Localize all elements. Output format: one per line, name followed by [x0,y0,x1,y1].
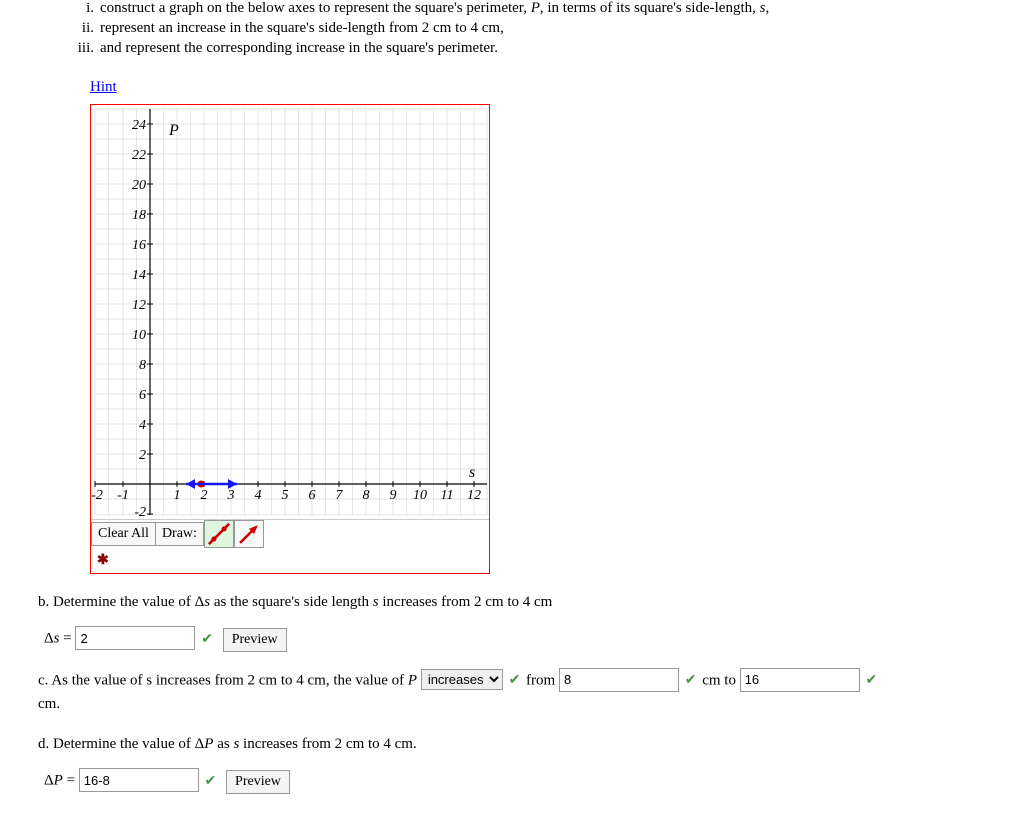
svg-text:16: 16 [132,238,146,253]
part-b-text: b. Determine the value of Δs as the squa… [38,590,994,614]
svg-text:-2: -2 [91,488,103,503]
svg-text:-2: -2 [134,505,146,519]
check-icon: ✔ [205,774,217,789]
svg-text:12: 12 [132,298,146,313]
check-icon: ✔ [201,632,213,647]
svg-text:6: 6 [139,388,146,403]
preview-button[interactable]: Preview [226,770,290,794]
roman-iii: iii. [70,40,94,57]
svg-text:11: 11 [441,488,454,503]
delta-s-row: Δs = ✔ Preview [44,626,994,652]
graph-container: 24 22 20 18 16 14 12 10 8 6 4 2 -2 -2 -1… [90,104,490,574]
svg-text:9: 9 [390,488,397,503]
svg-text:20: 20 [132,178,146,193]
part-d-text: d. Determine the value of ΔP as s increa… [38,732,994,756]
check-icon: ✔ [865,673,877,688]
instruction-list: i. construct a graph on the below axes t… [70,0,994,57]
check-icon: ✔ [685,673,697,688]
draw-label: Draw: [156,522,204,546]
hint-link[interactable]: Hint [90,79,117,96]
roman-i: i. [70,0,94,17]
svg-text:2: 2 [139,448,146,463]
svg-text:-1: -1 [117,488,129,503]
instruction-item-iii: iii. and represent the corresponding inc… [70,40,994,57]
instruction-item-ii: ii. represent an increase in the square'… [70,20,994,37]
svg-text:2: 2 [201,488,208,503]
svg-text:4: 4 [139,418,146,433]
line-with-points-icon [205,520,233,548]
x-axis-label: s [469,464,475,481]
delta-p-input[interactable] [79,768,199,792]
part-c-text: c. As the value of s increases from 2 cm… [38,668,994,717]
svg-text:10: 10 [132,328,146,343]
graph-toolbar: Clear All Draw: [91,519,489,548]
preview-button[interactable]: Preview [223,628,287,652]
svg-text:24: 24 [132,118,146,133]
direction-select[interactable]: increases [421,669,503,690]
svg-text:8: 8 [363,488,370,503]
arrow-diagonal-icon [235,520,263,548]
svg-text:6: 6 [309,488,316,503]
to-value-input[interactable] [740,668,860,692]
line-tool-button[interactable] [204,520,234,548]
from-value-input[interactable] [559,668,679,692]
svg-text:1: 1 [174,488,181,503]
svg-text:14: 14 [132,268,146,283]
y-axis-label: P [168,122,179,139]
svg-text:12: 12 [467,488,481,503]
svg-text:10: 10 [413,488,427,503]
svg-text:5: 5 [282,488,289,503]
svg-text:8: 8 [139,358,146,373]
arrow-tool-button[interactable] [234,520,264,548]
svg-text:22: 22 [132,148,146,163]
delta-s-input[interactable] [75,626,195,650]
svg-text:3: 3 [227,488,235,503]
svg-text:18: 18 [132,208,146,223]
delta-p-row: ΔP = ✔ Preview [44,768,994,794]
graph-canvas[interactable]: 24 22 20 18 16 14 12 10 8 6 4 2 -2 -2 -1… [91,105,489,519]
error-icon: ✱ [91,548,489,573]
instruction-item-i: i. construct a graph on the below axes t… [70,0,994,17]
svg-text:7: 7 [336,488,344,503]
clear-all-button[interactable]: Clear All [91,522,156,546]
check-icon: ✔ [509,673,521,688]
svg-text:4: 4 [255,488,262,503]
roman-ii: ii. [70,20,94,37]
